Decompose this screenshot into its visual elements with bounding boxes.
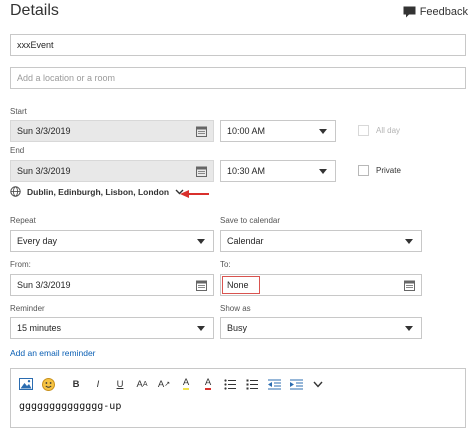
event-title-input[interactable]: xxxEvent [10,34,466,56]
emoji-icon [41,377,55,391]
grow-arrow-icon: ↗ [164,381,171,388]
from-date-picker[interactable]: Sun 3/3/2019 [10,274,214,296]
decrease-indent-button[interactable] [263,375,285,393]
feedback-button[interactable]: Feedback [403,6,468,18]
bullet-list-icon [224,378,236,390]
bold-button[interactable]: B [65,375,87,393]
repeat-select[interactable]: Every day [10,230,214,252]
end-date-value: Sun 3/3/2019 [17,166,71,176]
to-label: To: [220,260,231,269]
font-color-label: A [204,377,212,390]
formatting-toolbar: B I U AA A ↗ A A [11,369,465,393]
end-time-value: 10:30 AM [227,166,266,176]
chevron-down-icon [197,239,205,244]
repeat-value: Every day [17,236,58,246]
repeat-label: Repeat [10,216,36,225]
private-label: Private [376,166,401,175]
annotation-arrow-icon [180,190,209,198]
chevron-down-icon [319,169,327,174]
body-editor[interactable]: B I U AA A ↗ A A gggggggggggggg-up [10,368,466,428]
bullets-button[interactable] [219,375,241,393]
start-date-value: Sun 3/3/2019 [17,126,71,136]
timezone-value: Dublin, Edinburgh, Lisbon, London [27,186,170,197]
to-highlight-box [222,276,260,294]
outdent-icon [267,379,281,389]
font-size-button[interactable]: AA [131,375,153,393]
insert-emoji-button[interactable] [37,375,59,393]
globe-icon [10,186,21,197]
highlight-label: A [182,377,190,390]
feedback-label: Feedback [419,6,468,18]
underline-button[interactable]: U [109,375,131,393]
chevron-down-icon [405,239,413,244]
show-as-value: Busy [227,323,248,333]
grow-font-button[interactable]: A ↗ [153,375,175,393]
save-to-calendar-select[interactable]: Calendar [220,230,422,252]
end-label: End [10,146,25,155]
indent-icon [289,379,303,389]
from-label: From: [10,260,31,269]
chevron-down-icon [405,326,413,331]
start-label: Start [10,107,27,116]
calendar-icon [404,280,415,291]
chevron-down-icon [313,381,323,388]
chevron-down-icon [197,326,205,331]
from-date-value: Sun 3/3/2019 [17,280,71,290]
save-to-calendar-label: Save to calendar [220,216,281,225]
reminder-select[interactable]: 15 minutes [10,317,214,339]
show-as-select[interactable]: Busy [220,317,422,339]
location-placeholder: Add a location or a room [17,73,116,83]
chevron-down-icon [319,129,327,134]
reminder-value: 15 minutes [17,323,62,333]
insert-picture-button[interactable] [15,375,37,393]
increase-indent-button[interactable] [285,375,307,393]
start-time-value: 10:00 AM [227,126,266,136]
more-formatting-button[interactable] [307,375,329,393]
private-checkbox[interactable] [358,165,369,176]
numbered-list-icon [246,379,258,389]
all-day-checkbox[interactable] [358,125,369,136]
font-color-button[interactable]: A [197,375,219,393]
event-title-value: xxxEvent [17,40,54,50]
calendar-icon [196,126,207,137]
to-date-picker[interactable]: None [220,274,422,296]
timezone-selector[interactable]: Dublin, Edinburgh, Lisbon, London [10,186,184,197]
end-date-picker[interactable]: Sun 3/3/2019 [10,160,214,182]
show-as-label: Show as [220,304,251,313]
start-time-select[interactable]: 10:00 AM [220,120,336,142]
feedback-icon [403,6,416,18]
reminder-label: Reminder [10,304,45,313]
italic-button[interactable]: I [87,375,109,393]
body-text: gggggggggggggg-up [19,401,122,412]
font-size-label-small: A [142,380,148,388]
highlight-button[interactable]: A [175,375,197,393]
picture-icon [19,378,33,390]
calendar-icon [196,280,207,291]
end-time-select[interactable]: 10:30 AM [220,160,336,182]
page-title: Details [10,2,59,19]
start-date-picker[interactable]: Sun 3/3/2019 [10,120,214,142]
calendar-icon [196,166,207,177]
save-to-calendar-value: Calendar [227,236,264,246]
location-input[interactable]: Add a location or a room [10,67,466,89]
add-email-reminder-link[interactable]: Add an email reminder [10,348,96,358]
all-day-label: All day [376,126,401,135]
numbering-button[interactable] [241,375,263,393]
